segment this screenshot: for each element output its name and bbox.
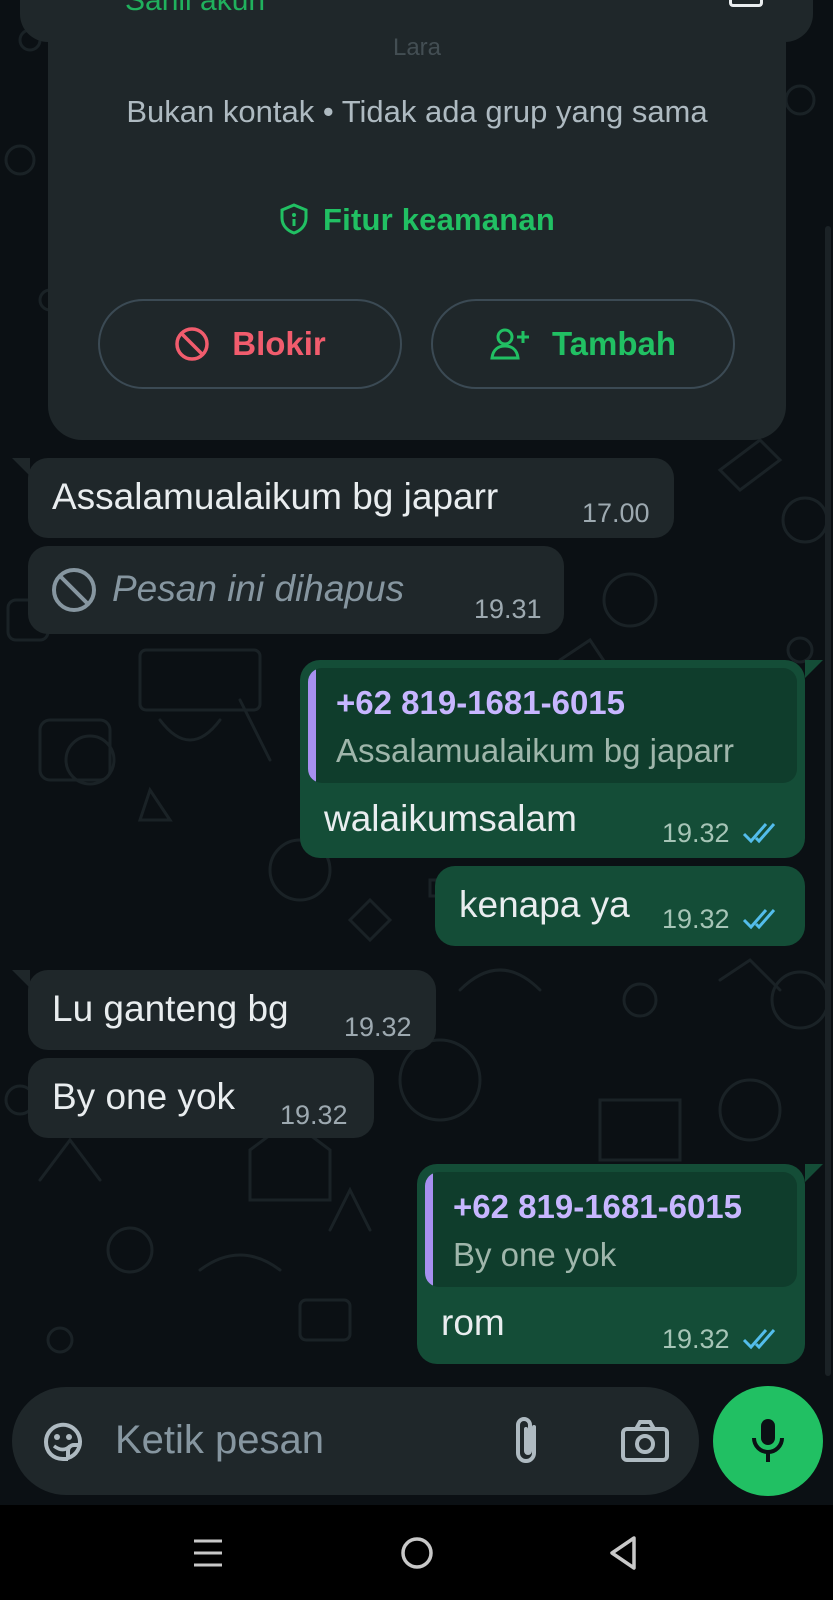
quoted-text: Assalamualaikum bg japarr (336, 732, 735, 769)
message-time: 17.00 (582, 498, 650, 528)
faded-caption: Lara (392, 34, 442, 61)
back-icon[interactable] (608, 1535, 640, 1571)
bubble-tail (12, 970, 30, 988)
message-time: 19.32 (662, 1324, 730, 1354)
add-label: Tambah (551, 325, 677, 362)
tray-icon[interactable] (729, 0, 763, 7)
quoted-message[interactable]: +62 819-1681-6015 Assalamualaikum bg jap… (308, 668, 797, 783)
quoted-sender: +62 819-1681-6015 (453, 1188, 743, 1225)
read-receipt-icon (742, 823, 776, 844)
message-bubble-deleted[interactable]: Pesan ini dihapus 19.31 (28, 546, 564, 634)
bubble-tail (805, 660, 823, 678)
add-contact-button[interactable]: Tambah (431, 299, 735, 389)
deleted-message-text: Pesan ini dihapus (112, 568, 405, 609)
message-text: walaikumsalam (324, 798, 577, 839)
message-text: Assalamualaikum bg japarr (52, 476, 499, 517)
message-bubble-incoming[interactable]: Lu ganteng bg 19.32 (28, 970, 436, 1050)
message-time: 19.32 (662, 818, 730, 848)
message-composer[interactable]: Ketik pesan (12, 1387, 699, 1495)
message-bubble-outgoing[interactable]: +62 819-1681-6015 By one yok rom 19.32 (417, 1164, 805, 1364)
message-bubble-incoming[interactable]: By one yok 19.32 (28, 1058, 374, 1138)
deleted-icon (52, 568, 96, 612)
block-label: Blokir (232, 325, 326, 362)
contact-info-card: Lara Bukan kontak • Tidak ada grup yang … (48, 34, 786, 440)
message-text: Lu ganteng bg (52, 988, 289, 1029)
message-text: By one yok (52, 1076, 236, 1117)
read-receipt-icon (742, 909, 776, 930)
message-input-placeholder[interactable]: Ketik pesan (115, 1418, 324, 1463)
security-label: Fitur keamanan (323, 202, 555, 237)
voice-message-button[interactable] (713, 1386, 823, 1496)
message-bubble-outgoing[interactable]: kenapa ya 19.32 (435, 866, 805, 946)
bubble-tail (805, 1164, 823, 1182)
shield-icon (279, 203, 309, 243)
block-button[interactable]: Blokir (98, 299, 402, 389)
message-time: 19.32 (280, 1100, 348, 1130)
recent-apps-icon[interactable] (192, 1537, 224, 1569)
security-link[interactable]: Fitur keamanan (48, 202, 786, 243)
quote-bar (425, 1172, 433, 1287)
bubble-tail (12, 458, 30, 476)
read-receipt-icon (742, 1329, 776, 1350)
banner-title: Sahil akun (125, 0, 266, 17)
message-bubble-incoming[interactable]: Assalamualaikum bg japarr 17.00 (28, 458, 674, 538)
mic-icon (752, 1419, 784, 1462)
attach-icon[interactable] (508, 1413, 544, 1469)
add-person-icon (490, 328, 529, 360)
quoted-sender: +62 819-1681-6015 (336, 684, 626, 721)
home-icon[interactable] (399, 1535, 435, 1571)
block-icon (175, 327, 209, 361)
camera-icon[interactable] (620, 1419, 670, 1463)
message-text: rom (441, 1302, 505, 1343)
quoted-text: By one yok (453, 1236, 617, 1273)
message-bubble-outgoing[interactable]: +62 819-1681-6015 Assalamualaikum bg jap… (300, 660, 805, 858)
contact-subtitle: Bukan kontak • Tidak ada grup yang sama (126, 94, 708, 129)
quote-bar (308, 668, 316, 783)
message-time: 19.32 (662, 904, 730, 934)
quoted-message[interactable]: +62 819-1681-6015 By one yok (425, 1172, 797, 1287)
message-time: 19.32 (344, 1012, 412, 1042)
message-text: kenapa ya (459, 884, 630, 925)
sticker-icon[interactable] (38, 1417, 88, 1467)
scroll-track[interactable] (825, 226, 831, 1376)
system-navigation-bar (0, 1505, 833, 1600)
message-time: 19.31 (474, 594, 542, 624)
